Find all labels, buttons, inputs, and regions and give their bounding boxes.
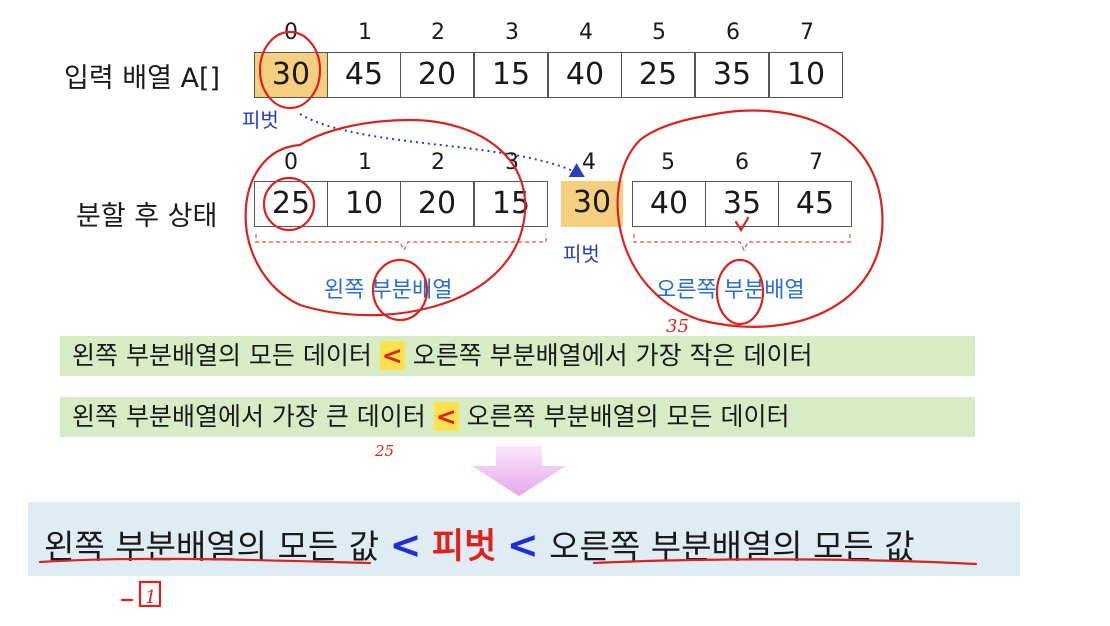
- right-bracket: [633, 234, 851, 252]
- index-label: 1: [358, 150, 372, 175]
- left-bracket: [255, 234, 547, 252]
- rule-left-text: 왼쪽 부분배열의 모든 데이터: [72, 341, 372, 370]
- index-label: 3: [505, 150, 519, 175]
- less-than-symbol: <: [389, 523, 422, 567]
- array-cell: 40: [548, 52, 622, 98]
- array-cell: 45: [778, 181, 852, 227]
- array-cell: 25: [254, 181, 328, 227]
- conclusion-right: 오른쪽 부분배열의 모든 값: [549, 527, 915, 566]
- input-pivot-label: 피벗: [242, 108, 279, 132]
- index-label: 2: [431, 150, 445, 175]
- index-label: 5: [661, 150, 675, 175]
- index-label: 7: [809, 150, 823, 175]
- array-cell: 35: [695, 52, 769, 98]
- pen-note-1: 1: [145, 587, 156, 608]
- conclusion-line: 왼쪽 부분배열의 모든 값 < 피벗 < 오른쪽 부분배열의 모든 값: [44, 518, 915, 569]
- array-cell: 20: [400, 181, 474, 227]
- array-cell: 10: [327, 181, 401, 227]
- array-cell-pivot: 30: [254, 52, 328, 98]
- index-label: 6: [726, 20, 740, 45]
- pivot-cell: 30: [561, 181, 623, 227]
- partition-label: 분할 후 상태: [76, 201, 218, 232]
- less-than-symbol: <: [433, 402, 459, 431]
- left-subarray-caption: 왼쪽 부분배열: [324, 278, 453, 303]
- right-subarray-caption: 오른쪽 부분배열: [656, 278, 805, 303]
- array-cell: 40: [632, 181, 706, 227]
- array-cell: 35: [705, 181, 779, 227]
- rule-band-1: 왼쪽 부분배열의 모든 데이터 < 오른쪽 부분배열에서 가장 작은 데이터: [60, 336, 975, 376]
- conclusion-left: 왼쪽 부분배열의 모든 값: [44, 527, 380, 566]
- less-than-symbol: <: [379, 341, 405, 370]
- index-label: 5: [652, 20, 666, 45]
- less-than-symbol: <: [506, 523, 539, 567]
- rule-right-text: 오른쪽 부분배열의 모든 데이터: [466, 402, 790, 431]
- pen-note-25: 25: [374, 442, 394, 460]
- rule-left-text: 왼쪽 부분배열에서 가장 큰 데이터: [72, 402, 426, 431]
- array-cell: 15: [474, 52, 548, 98]
- partition-pivot-label: 피벗: [563, 242, 600, 266]
- array-cell: 25: [621, 52, 695, 98]
- rule-band-2: 왼쪽 부분배열에서 가장 큰 데이터 < 오른쪽 부분배열의 모든 데이터: [60, 397, 975, 437]
- index-label: 2: [431, 20, 445, 45]
- rule-right-text: 오른쪽 부분배열에서 가장 작은 데이터: [412, 341, 813, 370]
- index-label: 1: [358, 20, 372, 45]
- input-array-label: 입력 배열 A[]: [64, 63, 221, 94]
- array-cell: 15: [474, 181, 548, 227]
- index-label: 6: [735, 150, 749, 175]
- array-cell: 45: [327, 52, 401, 98]
- pen-box: [138, 580, 162, 608]
- index-label: 0: [284, 20, 298, 45]
- index-label: 4: [579, 20, 593, 45]
- index-label: 7: [800, 20, 814, 45]
- array-cell: 10: [769, 52, 843, 98]
- index-label: 0: [284, 150, 298, 175]
- pen-note-35: 35: [666, 316, 689, 337]
- index-label: 3: [505, 20, 519, 45]
- index-label: 4: [582, 150, 596, 175]
- array-cell: 20: [400, 52, 474, 98]
- conclusion-pivot: 피벗: [431, 527, 497, 567]
